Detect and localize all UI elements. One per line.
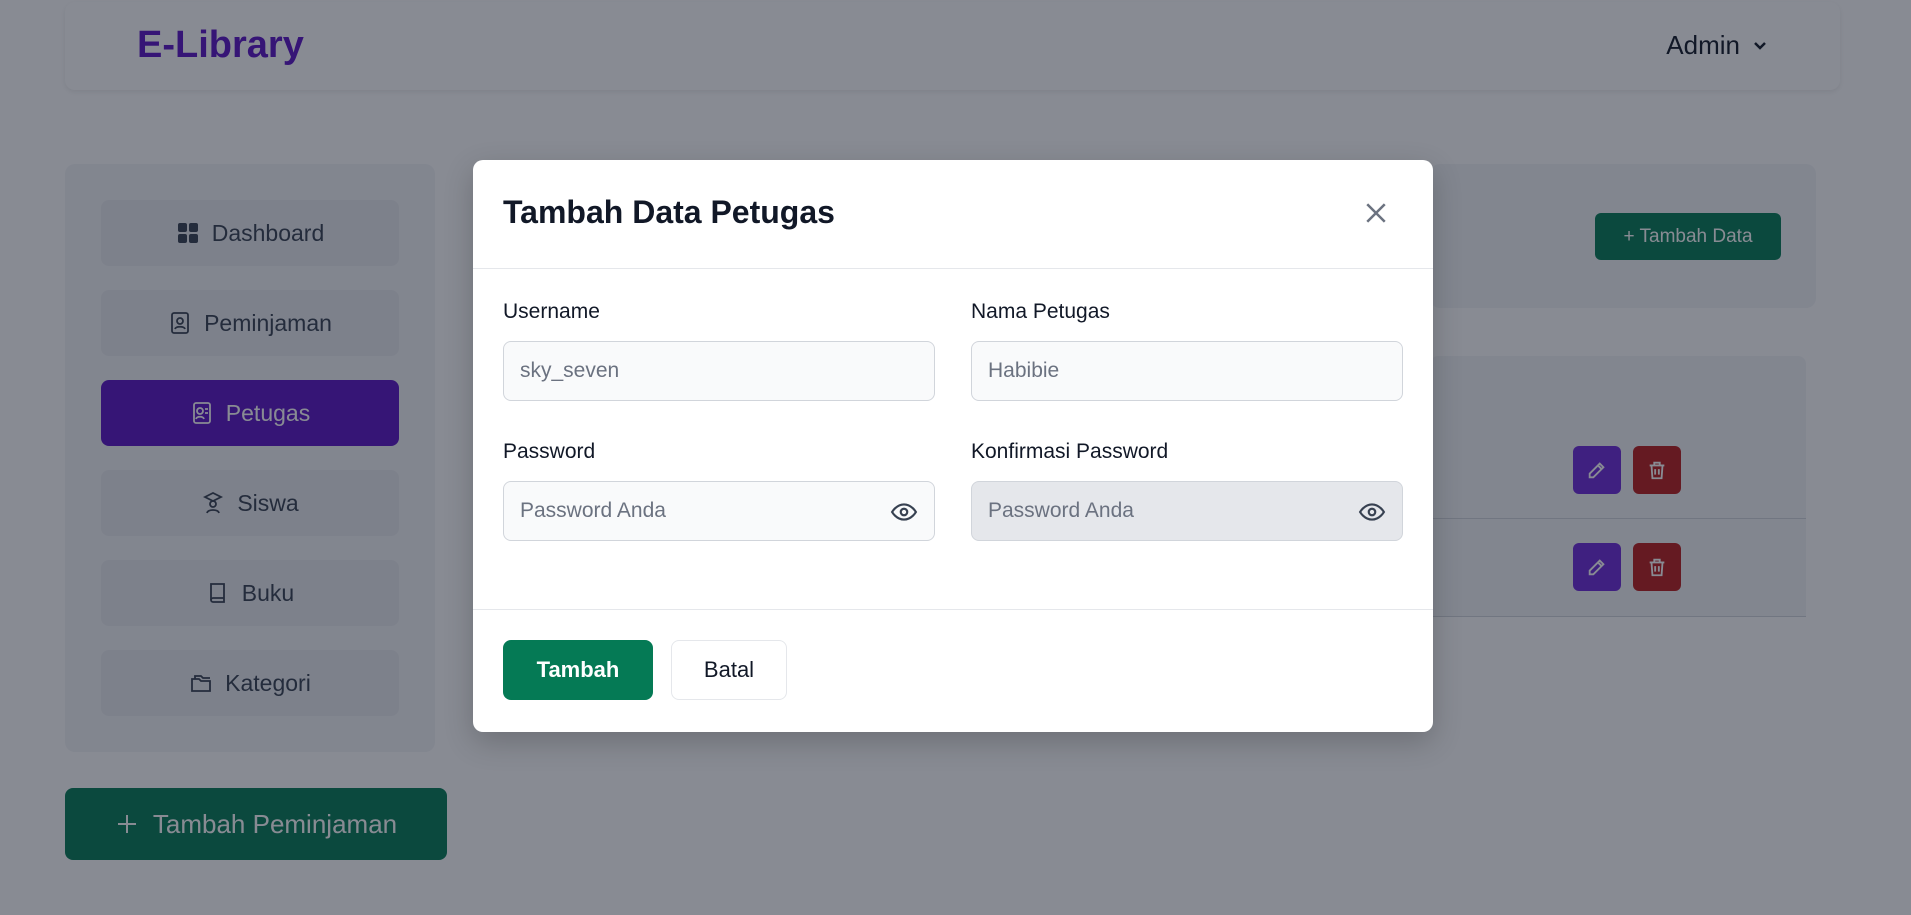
nama-petugas-field[interactable]: Habibie	[971, 341, 1403, 401]
modal-header-divider	[473, 268, 1433, 269]
nama-petugas-label: Nama Petugas	[971, 300, 1110, 323]
modal-footer-divider	[473, 609, 1433, 610]
password-placeholder: Password Anda	[520, 499, 666, 522]
close-icon[interactable]	[1361, 198, 1391, 228]
username-label: Username	[503, 300, 600, 323]
konfirmasi-password-label: Konfirmasi Password	[971, 440, 1169, 463]
add-staff-modal: Tambah Data Petugas Username sky_seven N…	[473, 160, 1433, 732]
password-field[interactable]: Password Anda	[503, 481, 935, 541]
eye-icon[interactable]	[1358, 499, 1386, 525]
username-placeholder: sky_seven	[520, 359, 620, 382]
username-field[interactable]: sky_seven	[503, 341, 935, 401]
nama-petugas-placeholder: Habibie	[988, 359, 1060, 382]
cancel-button[interactable]: Batal	[671, 640, 787, 700]
konfirmasi-password-field[interactable]: Password Anda	[971, 481, 1403, 541]
eye-icon[interactable]	[890, 499, 918, 525]
password-label: Password	[503, 440, 596, 463]
modal-title: Tambah Data Petugas	[503, 194, 835, 230]
konfirmasi-password-placeholder: Password Anda	[988, 499, 1134, 522]
submit-button[interactable]: Tambah	[503, 640, 653, 700]
